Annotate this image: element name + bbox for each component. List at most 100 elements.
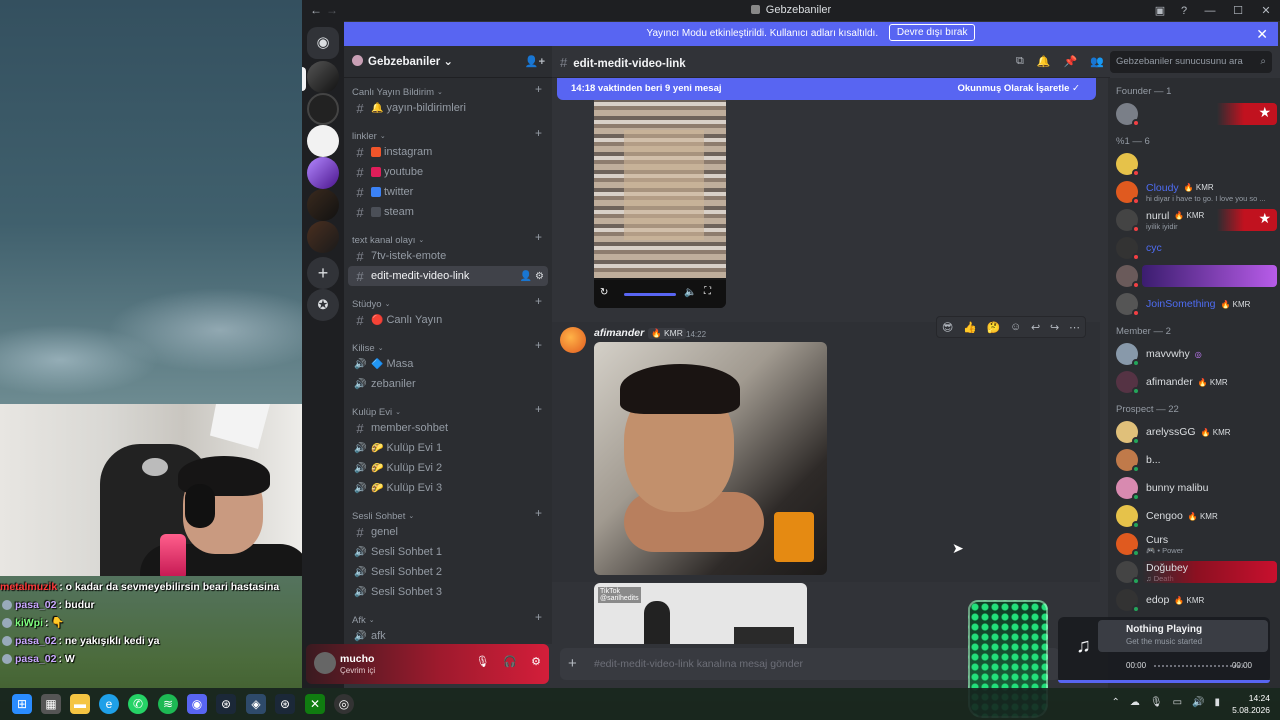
message-author[interactable]: afimander [594, 327, 644, 339]
file-explorer-icon[interactable]: ▬ [70, 694, 90, 714]
cloud-icon[interactable]: ☁ [1130, 697, 1140, 708]
app-icon[interactable]: ◈ [246, 694, 266, 714]
close-button[interactable]: ✕ [1252, 4, 1280, 17]
channel-item[interactable]: 🔊 🌮 Kulüp Evi 3 [348, 478, 548, 498]
category-header[interactable]: Kulüp Evi ⌄ + [344, 398, 552, 418]
video-progress[interactable] [624, 293, 676, 296]
start-icon[interactable]: ⊞ [12, 694, 32, 714]
member-item[interactable]: bunny malibu [1108, 474, 1280, 502]
minimize-button[interactable]: — [1196, 5, 1224, 17]
channel-item[interactable]: 🔊 afk [348, 626, 548, 646]
reaction-thumbsup[interactable]: 👍 [963, 321, 977, 334]
category-header[interactable]: Stüdyo ⌄ + [344, 290, 552, 310]
add-attachment-icon[interactable]: + [568, 655, 577, 672]
category-header[interactable]: Canlı Yayın Bildirim ⌄ + [344, 78, 552, 98]
channel-item[interactable]: # member-sohbet [348, 418, 548, 438]
channel-item[interactable]: 🔊 🔷 Masa [348, 354, 548, 374]
category-header[interactable]: Kilise ⌄ + [344, 334, 552, 354]
fullscreen-icon[interactable]: ⛶ [704, 286, 711, 297]
mic-icon[interactable]: 🎙 [1150, 697, 1163, 708]
network-icon[interactable]: ▭ [1173, 697, 1182, 708]
reply-icon[interactable]: ↩ [1031, 321, 1040, 334]
members-icon[interactable]: 👥 [1090, 55, 1104, 68]
server-header[interactable]: Gebzebaniler ⌄ 👤+ [344, 46, 552, 78]
video-attachment[interactable]: ↻ 🔈 ⛶ [594, 100, 726, 308]
channel-item[interactable]: # genel [348, 522, 548, 542]
channel-item[interactable]: # instagram [348, 142, 548, 162]
channel-item[interactable]: #7tv-istek-emote [348, 246, 548, 266]
channel-item[interactable]: # edit-medit-video-link 👤 ⚙ [348, 266, 548, 286]
channel-item[interactable]: 🔊 Sesli Sohbet 3 [348, 582, 548, 602]
headphones-icon[interactable]: 🎧 [503, 655, 517, 668]
server-icon-2[interactable] [307, 93, 339, 125]
channel-item[interactable]: 🔊 Sesli Sohbet 1 [348, 542, 548, 562]
explore-icon[interactable]: ✪ [307, 289, 339, 321]
whatsapp-icon[interactable]: ✆ [128, 694, 148, 714]
member-item[interactable]: b... [1108, 446, 1280, 474]
settings-gear-icon[interactable]: ⚙ [531, 655, 541, 668]
tiktok-video-attachment[interactable]: TikTok @sarilhedits [594, 583, 807, 644]
spotify-icon[interactable]: ≋ [158, 694, 178, 714]
obs-icon[interactable]: ◎ [334, 694, 354, 714]
member-item[interactable]: Curs 🎮 • Power [1108, 530, 1280, 558]
calculator-icon[interactable]: ▦ [41, 694, 61, 714]
server-icon-5[interactable] [307, 189, 339, 221]
reaction-thinking[interactable]: 🤔 [987, 321, 1001, 334]
server-icon-4[interactable] [307, 157, 339, 189]
server-icon-6[interactable] [307, 221, 339, 253]
member-item[interactable]: cyc [1108, 234, 1280, 262]
system-clock[interactable]: 14:24 5.08.2026 [1232, 692, 1270, 716]
replay-icon[interactable]: ↻ [600, 287, 608, 298]
create-channel-icon[interactable]: + [535, 126, 542, 140]
member-item[interactable]: Cloudy 🔥 KMR hi diyar i have to go. I love… [1108, 178, 1280, 206]
member-item[interactable]: nurul 🔥 KMRiyilik iyidir [1108, 206, 1280, 234]
steam-icon-2[interactable]: ⊛ [275, 694, 295, 714]
banner-close-icon[interactable]: ✕ [1256, 22, 1268, 46]
member-item[interactable]: edop 🔥 KMR [1108, 586, 1280, 614]
inbox-icon[interactable]: ▣ [1148, 4, 1172, 17]
more-icon[interactable]: ⋯ [1069, 321, 1080, 334]
member-item[interactable]: arelyssGG 🔥 KMR [1108, 418, 1280, 446]
help-icon[interactable]: ? [1172, 5, 1196, 17]
channel-settings-icon[interactable]: 👤 ⚙ [520, 271, 544, 282]
member-item[interactable]: Cengoo 🔥 KMR [1108, 502, 1280, 530]
category-header[interactable]: text kanal olayı ⌄ + [344, 226, 552, 246]
bell-icon[interactable]: 🔔 [1037, 55, 1051, 68]
channel-item[interactable]: # 🔴 Canlı Yayın [348, 310, 548, 330]
create-channel-icon[interactable]: + [535, 230, 542, 244]
search-input[interactable]: Gebzebaniler sunucusunu ara ⌕ [1110, 51, 1272, 73]
avatar[interactable] [560, 327, 586, 353]
category-header[interactable]: Sesli Sohbet ⌄ + [344, 502, 552, 522]
member-item[interactable]: JoinSomething 🔥 KMR [1108, 290, 1280, 318]
server-icon-gebzebaniler[interactable] [307, 61, 339, 93]
disable-streamer-mode-button[interactable]: Devre dışı bırak [888, 24, 976, 41]
create-channel-icon[interactable]: + [535, 338, 542, 352]
channel-item[interactable]: # steam [348, 202, 548, 222]
add-server-icon[interactable]: + [307, 257, 339, 289]
reaction-cool[interactable]: 😎 [942, 321, 953, 334]
battery-icon[interactable]: ▮ [1214, 697, 1220, 708]
channel-item[interactable]: # youtube [348, 162, 548, 182]
channel-item[interactable]: # 🔔 yayın-bildirimleri [348, 98, 548, 118]
mark-as-read-button[interactable]: Okunmuş Olarak İşaretle ✓ [957, 78, 1080, 100]
invite-icon[interactable]: 👤+ [525, 46, 545, 78]
volume-icon[interactable]: 🔈 [684, 287, 696, 298]
member-item[interactable] [1108, 150, 1280, 178]
create-channel-icon[interactable]: + [535, 82, 542, 96]
category-header[interactable]: Afk ⌄ + [344, 606, 552, 626]
microphone-icon[interactable]: 🎙 [475, 655, 489, 668]
create-channel-icon[interactable]: + [535, 402, 542, 416]
create-channel-icon[interactable]: + [535, 610, 542, 624]
chevron-up-icon[interactable]: ⌃ [1111, 697, 1119, 708]
edge-icon[interactable]: e [99, 694, 119, 714]
maximize-button[interactable]: ☐ [1224, 4, 1252, 17]
create-channel-icon[interactable]: + [535, 506, 542, 520]
discord-icon[interactable]: ◉ [187, 694, 207, 714]
music-progress[interactable] [1154, 665, 1244, 667]
channel-item[interactable]: 🔊 🌮 Kulüp Evi 2 [348, 458, 548, 478]
new-messages-bar[interactable]: 14:18 vaktinden beri 9 yeni mesaj Okunmu… [557, 78, 1096, 100]
xbox-icon[interactable]: ✕ [305, 694, 325, 714]
create-channel-icon[interactable]: + [535, 294, 542, 308]
member-item[interactable]: mavvwhy ◎ [1108, 340, 1280, 368]
server-icon-3[interactable] [307, 125, 339, 157]
